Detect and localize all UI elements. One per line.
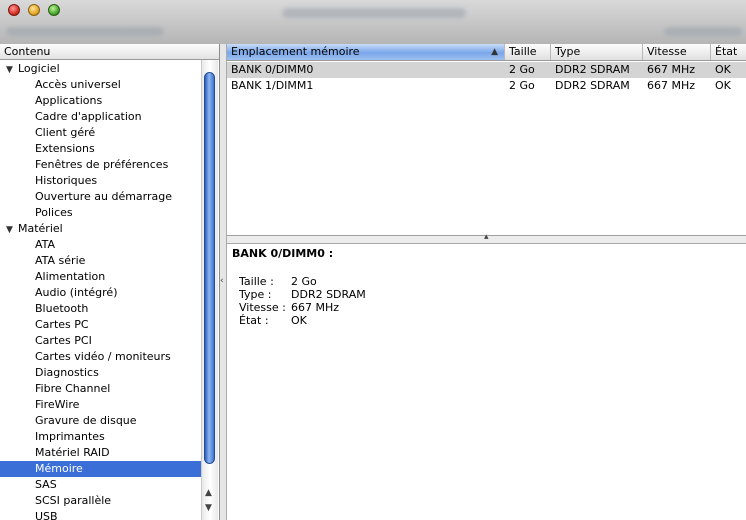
detail-title: BANK 0/DIMM0 : bbox=[232, 247, 334, 260]
sidebar-item[interactable]: USB bbox=[0, 509, 201, 520]
table-header: Emplacement mémoire ▲ Taille Type Vitess… bbox=[227, 44, 746, 61]
sidebar-category-materiel[interactable]: ▼ Matériel bbox=[0, 221, 201, 237]
sidebar-item[interactable]: Cadre d'application bbox=[0, 109, 201, 125]
minimize-window-button[interactable] bbox=[28, 4, 40, 16]
detail-prop-etat: État : OK bbox=[239, 314, 307, 327]
detail-prop-type: Type : DDR2 SDRAM bbox=[239, 288, 366, 301]
close-window-button[interactable] bbox=[8, 4, 20, 16]
vertical-splitter[interactable]: ‹ bbox=[220, 44, 227, 520]
cell-emplacement: BANK 0/DIMM0 bbox=[231, 63, 314, 76]
triangle-down-icon[interactable]: ▼ bbox=[6, 62, 18, 78]
triangle-up-icon: ▲ bbox=[491, 47, 498, 57]
sidebar-item[interactable]: Polices bbox=[0, 205, 201, 221]
sidebar-item[interactable]: Accès universel bbox=[0, 77, 201, 93]
column-header-type[interactable]: Type bbox=[551, 44, 643, 60]
cell-emplacement: BANK 1/DIMM1 bbox=[231, 79, 314, 92]
sidebar-item[interactable]: Gravure de disque bbox=[0, 413, 201, 429]
scrollbar-thumb[interactable] bbox=[204, 72, 215, 464]
blurred-toolbar-right bbox=[664, 27, 742, 36]
triangle-down-icon[interactable]: ▼ bbox=[6, 222, 18, 238]
zoom-window-button[interactable] bbox=[48, 4, 60, 16]
scroll-up-icon[interactable]: ▲ bbox=[205, 488, 212, 498]
table-row[interactable]: BANK 0/DIMM0 2 Go DDR2 SDRAM 667 MHz OK bbox=[227, 62, 746, 78]
blurred-toolbar-left bbox=[6, 27, 164, 36]
column-header-etat[interactable]: État bbox=[711, 44, 746, 60]
grip-icon: ‹ bbox=[220, 276, 224, 286]
sidebar-item[interactable]: Bluetooth bbox=[0, 301, 201, 317]
detail-pane: BANK 0/DIMM0 : Taille :2 Go Type : DDR2 S… bbox=[227, 244, 746, 520]
sidebar-item[interactable]: Fenêtres de préférences bbox=[0, 157, 201, 173]
sidebar-item[interactable]: Historiques bbox=[0, 173, 201, 189]
sidebar-item[interactable]: FireWire bbox=[0, 397, 201, 413]
cell-etat: OK bbox=[715, 79, 731, 92]
grip-icon: ▴ bbox=[484, 232, 489, 242]
sidebar-header[interactable]: Contenu bbox=[0, 44, 219, 60]
cell-etat: OK bbox=[715, 63, 731, 76]
column-header-taille[interactable]: Taille bbox=[505, 44, 551, 60]
sidebar-item[interactable]: Ouverture au démarrage bbox=[0, 189, 201, 205]
sidebar-item[interactable]: Applications bbox=[0, 93, 201, 109]
column-header-emplacement[interactable]: Emplacement mémoire ▲ bbox=[227, 44, 505, 60]
detail-prop-taille: Taille :2 Go bbox=[239, 275, 317, 288]
sidebar-item[interactable]: SAS bbox=[0, 477, 201, 493]
sidebar: Contenu ▼ Logiciel Accès universel Applic… bbox=[0, 44, 220, 520]
horizontal-splitter[interactable]: ▴ bbox=[227, 232, 746, 244]
table-row[interactable]: BANK 1/DIMM1 2 Go DDR2 SDRAM 667 MHz OK bbox=[227, 78, 746, 94]
sidebar-item[interactable]: Imprimantes bbox=[0, 429, 201, 445]
blurred-title bbox=[282, 8, 466, 18]
title-bar bbox=[0, 0, 746, 45]
sidebar-item[interactable]: Cartes PC bbox=[0, 317, 201, 333]
sidebar-item[interactable]: Matériel RAID bbox=[0, 445, 201, 461]
cell-vitesse: 667 MHz bbox=[647, 79, 696, 92]
sidebar-category-logiciel[interactable]: ▼ Logiciel bbox=[0, 61, 201, 77]
memory-table: Emplacement mémoire ▲ Taille Type Vitess… bbox=[227, 44, 746, 236]
cell-taille: 2 Go bbox=[509, 79, 535, 92]
sidebar-tree: ▼ Logiciel Accès universel Applications C… bbox=[0, 61, 201, 520]
sidebar-item[interactable]: Fibre Channel bbox=[0, 381, 201, 397]
sidebar-item[interactable]: ATA série bbox=[0, 253, 201, 269]
cell-type: DDR2 SDRAM bbox=[555, 63, 630, 76]
sidebar-item[interactable]: Cartes PCI bbox=[0, 333, 201, 349]
detail-prop-vitesse: Vitesse :667 MHz bbox=[239, 301, 340, 314]
cell-vitesse: 667 MHz bbox=[647, 63, 696, 76]
sidebar-item[interactable]: Alimentation bbox=[0, 269, 201, 285]
cell-taille: 2 Go bbox=[509, 63, 535, 76]
sidebar-item[interactable]: Audio (intégré) bbox=[0, 285, 201, 301]
sidebar-item[interactable]: SCSI parallèle bbox=[0, 493, 201, 509]
sidebar-scrollbar[interactable]: ▲ ▼ bbox=[201, 60, 218, 520]
column-header-vitesse[interactable]: Vitesse bbox=[643, 44, 711, 60]
sidebar-item[interactable]: ATA bbox=[0, 237, 201, 253]
sidebar-item[interactable]: Diagnostics bbox=[0, 365, 201, 381]
sidebar-item[interactable]: Extensions bbox=[0, 141, 201, 157]
sidebar-item[interactable]: Cartes vidéo / moniteurs bbox=[0, 349, 201, 365]
sidebar-item-memoire[interactable]: Mémoire bbox=[0, 461, 201, 477]
scroll-down-icon[interactable]: ▼ bbox=[205, 503, 212, 513]
sidebar-item[interactable]: Client géré bbox=[0, 125, 201, 141]
cell-type: DDR2 SDRAM bbox=[555, 79, 630, 92]
